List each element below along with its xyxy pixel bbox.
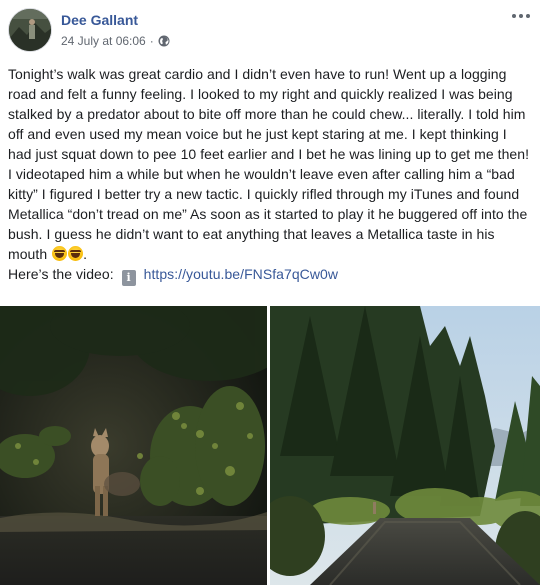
laughing-tears-emoji-icon xyxy=(68,246,84,261)
video-link[interactable]: https://youtu.be/FNSfa7qCw0w xyxy=(144,266,338,282)
cougar-closeup-photo[interactable] xyxy=(0,306,267,585)
avatar[interactable] xyxy=(8,8,52,52)
photo-grid xyxy=(0,306,540,585)
post-meta: 24 July at 06:06 · xyxy=(61,34,170,48)
road-photo-image xyxy=(270,306,540,585)
meta-separator: · xyxy=(149,34,154,48)
info-icon[interactable]: i xyxy=(121,270,136,286)
video-prefix: Here’s the video: xyxy=(8,266,114,282)
facebook-post: Dee Gallant 24 July at 06:06 · Tonight’s… xyxy=(0,0,540,585)
logging-road-photo[interactable] xyxy=(270,306,540,585)
post-body: Tonight’s walk was great cardio and I di… xyxy=(8,66,530,286)
author-name[interactable]: Dee Gallant xyxy=(61,12,138,28)
globe-icon[interactable] xyxy=(158,35,170,47)
more-options-icon[interactable] xyxy=(510,8,532,24)
avatar-image xyxy=(9,9,51,51)
cougar-photo-image xyxy=(0,306,267,585)
post-timestamp[interactable]: 24 July at 06:06 xyxy=(61,34,146,48)
laughing-tears-emoji-icon xyxy=(52,246,68,261)
post-text: Tonight’s walk was great cardio and I di… xyxy=(8,66,530,262)
distant-cougar-figure xyxy=(373,502,376,514)
post-header: Dee Gallant 24 July at 06:06 · xyxy=(0,0,540,62)
